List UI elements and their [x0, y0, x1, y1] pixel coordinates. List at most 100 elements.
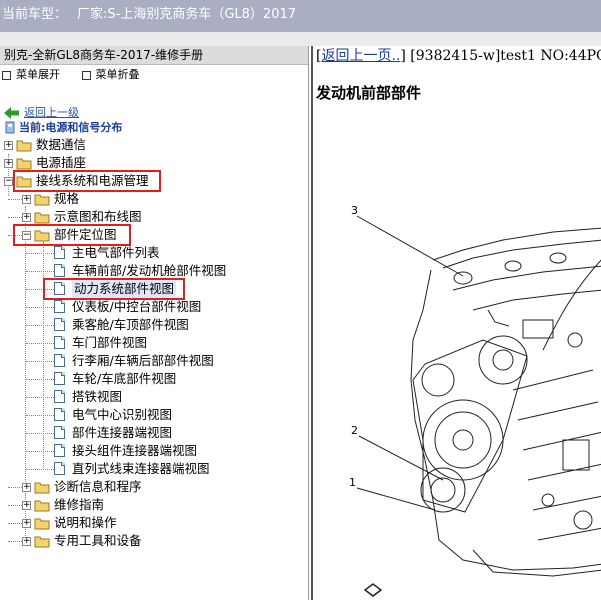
tree-connector [8, 523, 22, 524]
tree-item[interactable]: + 说明和操作 [22, 514, 282, 532]
tree-connector [26, 271, 54, 272]
tree-connector [8, 199, 22, 200]
menu-expand-button[interactable]: 菜单展开 [2, 68, 60, 81]
tree-connector [26, 379, 54, 380]
callout-3: 3 [351, 204, 358, 217]
tree-item[interactable]: + 专用工具和设备 [22, 532, 282, 550]
tree-item-label: 主电气部件列表 [72, 245, 160, 260]
document-icon [54, 390, 65, 403]
tree-item[interactable]: 仪表板/中控台部件视图 [40, 298, 300, 316]
tree-item[interactable]: 行李厢/车辆后部部件视图 [40, 352, 300, 370]
expand-node-icon[interactable]: + [22, 537, 31, 546]
tree-connector [26, 307, 54, 308]
document-icon [54, 426, 65, 439]
tree-connector [26, 397, 54, 398]
title-bar: 当前车型： 厂家:S-上海别克商务车（GL8）2017 [0, 0, 601, 32]
highlight-box-component-locator [13, 224, 131, 246]
tree-item-label: 维修指南 [54, 497, 105, 512]
tree-item[interactable]: 车门部件视图 [40, 334, 300, 352]
tree-item[interactable]: + 维修指南 [22, 496, 282, 514]
expand-node-icon[interactable]: + [22, 519, 31, 528]
expand-node-icon[interactable]: + [22, 501, 31, 510]
menu-collapse-button[interactable]: 菜单折叠 [81, 68, 140, 81]
menu-row: 菜单展开 菜单折叠 [0, 65, 308, 85]
document-icon [54, 318, 65, 331]
expand-node-icon[interactable]: + [4, 159, 13, 168]
expand-node-icon[interactable]: + [22, 195, 31, 204]
document-icon [54, 372, 65, 385]
collapse-node-icon[interactable]: − [4, 177, 13, 186]
tree-item-label: 车轮/车底部件视图 [72, 371, 177, 386]
document-icon [54, 462, 65, 475]
tree-item[interactable]: + 规格 [22, 190, 282, 208]
tree-connector [26, 253, 54, 254]
tree-item[interactable]: 部件连接器端视图 [40, 424, 300, 442]
tree-item[interactable]: 车轮/车底部件视图 [40, 370, 300, 388]
expand-node-icon[interactable]: + [22, 213, 31, 222]
toolbar-gap [0, 32, 601, 46]
tree-item[interactable]: 直列式线束连接器端视图 [40, 460, 300, 478]
tree-connector [26, 343, 54, 344]
folder-icon [34, 500, 50, 512]
folder-icon [34, 212, 50, 224]
highlight-box-powertrain [43, 278, 185, 300]
document-panel: [返回上一页..] [9382415-w]test1 NO:44PC: 发动机前… [311, 46, 601, 600]
back-arrow-icon [4, 107, 19, 119]
expand-node-icon[interactable]: + [22, 483, 31, 492]
manual-title: 别克-全新GL8商务车-2017-维修手册 [0, 46, 308, 65]
menu-expand-label: 菜单展开 [16, 68, 60, 81]
tree-connector [8, 541, 22, 542]
tree-connector [26, 325, 54, 326]
document-icon [54, 264, 65, 277]
tree-item-label: 数据通信 [36, 137, 87, 152]
tree-item-label: 电气中心识别视图 [72, 407, 173, 422]
tree-item[interactable]: 主电气部件列表 [40, 244, 300, 262]
tree-item-label: 行李厢/车辆后部部件视图 [72, 353, 214, 368]
tree-item-label: 乘客舱/车顶部件视图 [72, 317, 189, 332]
document-icon [54, 300, 65, 313]
document-info: ] [9382415-w]test1 NO:44PC: [400, 48, 601, 64]
document-icon [54, 336, 65, 349]
tree-item[interactable]: 电气中心识别视图 [40, 406, 300, 424]
tree-connector [8, 217, 22, 218]
document-nav: [返回上一页..] [9382415-w]test1 NO:44PC: [316, 46, 601, 66]
tree-item-label: 搭铁视图 [72, 389, 123, 404]
highlight-box-wiring [13, 170, 161, 192]
tree-item-label: 车门部件视图 [72, 335, 148, 350]
document-icon [54, 246, 65, 259]
tree-item[interactable]: + 诊断信息和程序 [22, 478, 282, 496]
tree-connector [26, 469, 54, 470]
vehicle-maker: 厂家:S-上海别克商务车（GL8）2017 [77, 7, 297, 22]
tree-connector [26, 361, 54, 362]
section-title: 发动机前部部件 [316, 84, 422, 102]
back-page-link[interactable]: 返回上一页.. [321, 48, 400, 64]
tree-item-label: 接头组件连接器端视图 [72, 443, 198, 458]
callout-1: 1 [349, 476, 356, 489]
document-icon [54, 444, 65, 457]
callout-2: 2 [351, 424, 358, 437]
folder-icon [34, 482, 50, 494]
tree-connector [8, 487, 22, 488]
tree-item-label: 直列式线束连接器端视图 [72, 461, 210, 476]
tree-item-label: 部件连接器端视图 [72, 425, 173, 440]
folder-icon [34, 536, 50, 548]
tree-connector [26, 451, 54, 452]
folder-icon [16, 140, 32, 152]
folder-icon [34, 518, 50, 530]
tree-item[interactable]: 接头组件连接器端视图 [40, 442, 300, 460]
current-location: 当前:电源和信号分布 [19, 121, 123, 134]
vehicle-label: 当前车型： [2, 7, 68, 22]
tree-connector [26, 433, 54, 434]
document-icon [54, 354, 65, 367]
expand-node-icon[interactable]: + [4, 141, 13, 150]
document-icon [54, 408, 65, 421]
tree-item[interactable]: 乘客舱/车顶部件视图 [40, 316, 300, 334]
tree-item[interactable]: 搭铁视图 [40, 388, 300, 406]
folder-icon [16, 158, 32, 170]
folder-icon [34, 194, 50, 206]
tree-connector [8, 505, 22, 506]
tree-item-label: 规格 [54, 191, 80, 206]
collapse-icon [81, 70, 91, 80]
tree-item[interactable]: + 数据通信 [4, 136, 264, 154]
tree-connector [26, 415, 54, 416]
